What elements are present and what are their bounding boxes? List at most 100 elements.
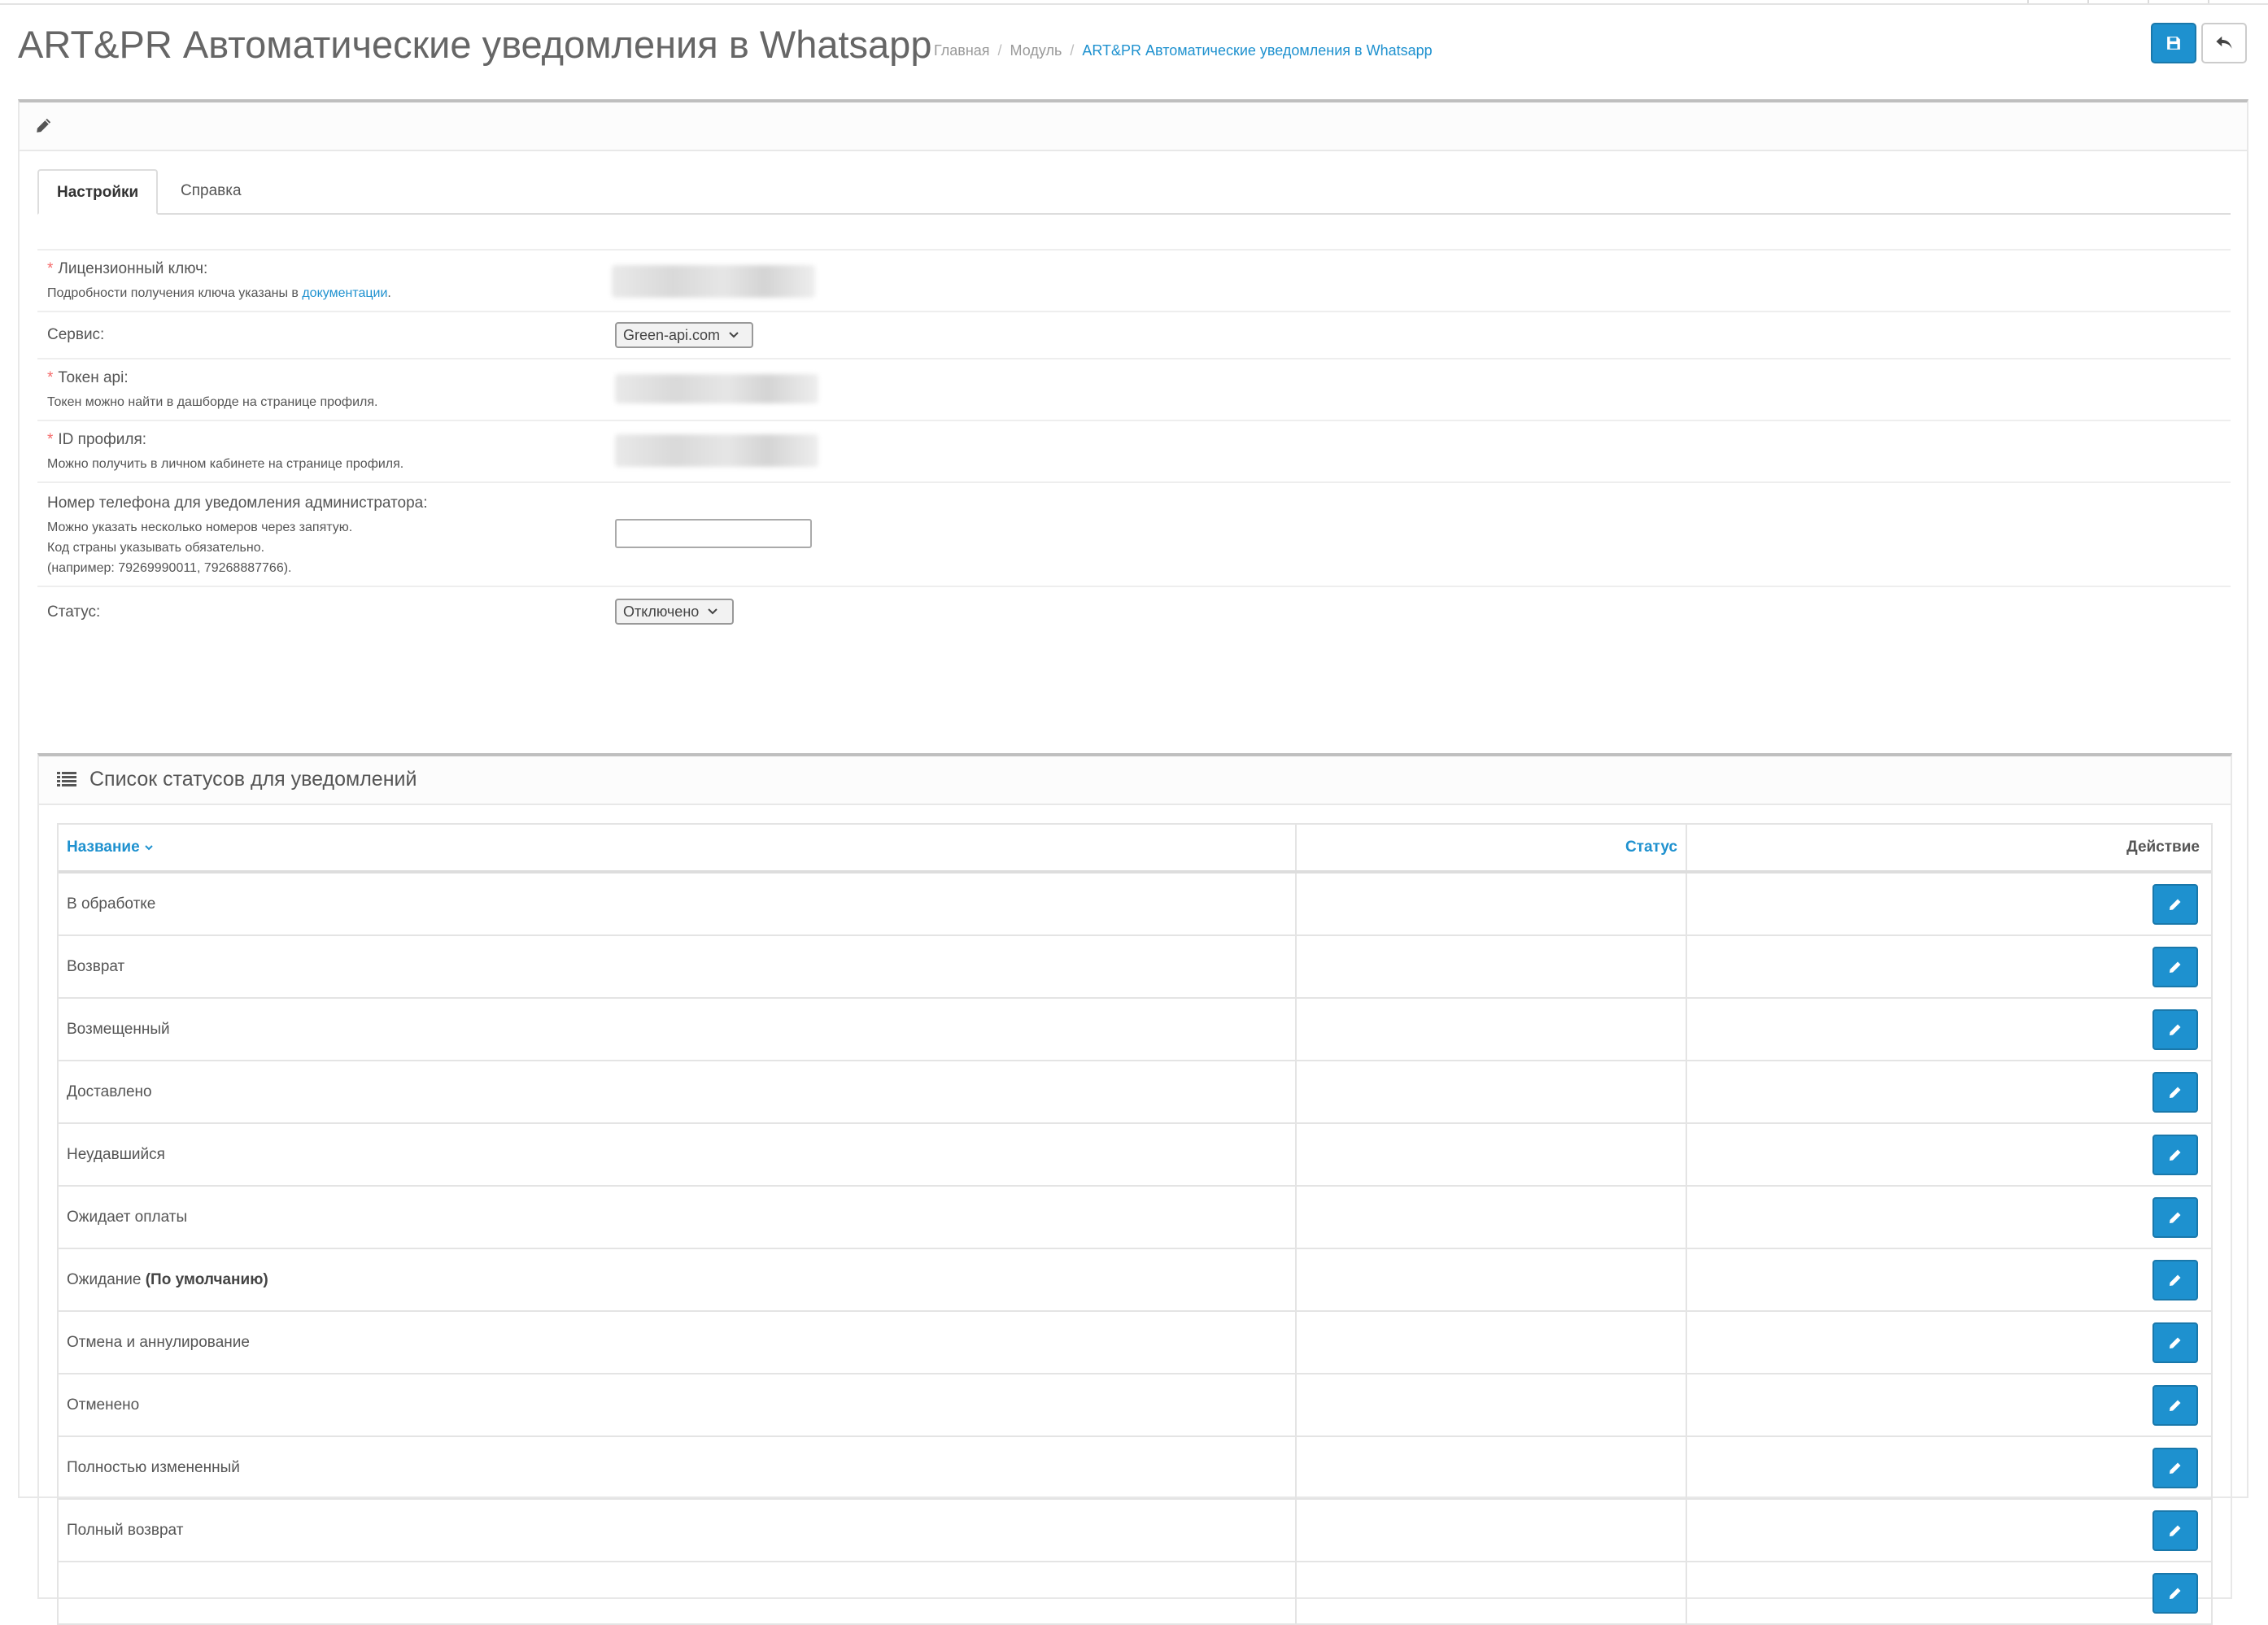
status-label: Статус: (47, 603, 101, 621)
status-cell (1295, 873, 1686, 934)
status-cell (1295, 1124, 1686, 1185)
list-icon (57, 772, 76, 786)
status-select[interactable]: Отключено (615, 599, 734, 625)
token-row: * Токен api: Токен можно найти в дашборде… (37, 358, 2231, 420)
admin-phone-row: Номер телефона для уведомления администр… (37, 481, 2231, 586)
table-row (59, 1562, 2211, 1625)
floppy-disk-icon (2167, 37, 2180, 50)
status-list-title: Список статусов для уведомлений (89, 768, 417, 791)
tab-settings[interactable]: Настройки (37, 169, 159, 215)
tab-help[interactable]: Справка (163, 169, 260, 215)
action-cell (1686, 873, 2211, 934)
table-row: Полный возврат (59, 1500, 2211, 1562)
table-row: Неудавшийся (59, 1124, 2211, 1187)
license-key-help: Подробности получения ключа указаны в до… (47, 286, 391, 300)
chevron-down-icon (729, 332, 739, 338)
breadcrumb-separator: / (1070, 42, 1075, 59)
edit-button[interactable] (2152, 947, 2198, 987)
status-list-heading: Список статусов для уведомлений (39, 756, 2231, 805)
settings-panel: Настройки Справка * Лицензионный ключ: По… (18, 99, 2248, 1625)
status-cell (1295, 1437, 1686, 1498)
breadcrumb-current[interactable]: ART&PR Автоматические уведомления в What… (1082, 42, 1432, 59)
status-cell (1295, 1562, 1686, 1623)
status-cell (1295, 1374, 1686, 1435)
sort-by-name[interactable]: Название (67, 825, 154, 870)
edit-button[interactable] (2152, 1448, 2198, 1488)
save-button[interactable] (2151, 23, 2196, 63)
admin-phone-input[interactable] (615, 519, 812, 548)
table-row: Полностью измененный (59, 1437, 2211, 1500)
table-row: Ожидание (По умолчанию) (59, 1249, 2211, 1312)
edit-button[interactable] (2152, 1072, 2198, 1113)
status-name: Возмещенный (67, 1021, 170, 1038)
license-key-label: Лицензионный ключ: (58, 260, 208, 277)
pencil-icon (2170, 1588, 2181, 1599)
sort-by-status[interactable]: Статус (1295, 825, 1686, 870)
table-header: Название Статус Действие (59, 825, 2211, 873)
status-select-value: Отключено (623, 603, 700, 620)
edit-button[interactable] (2152, 1385, 2198, 1426)
default-marker: (По умолчанию) (145, 1271, 268, 1288)
table-row: Возмещенный (59, 999, 2211, 1061)
status-table: Название Статус Действие В обработке Воз… (57, 823, 2213, 1625)
service-select-value: Green-api.com (623, 326, 721, 343)
status-list-panel: Список статусов для уведомлений Название… (37, 753, 2232, 1625)
pencil-icon (37, 118, 51, 133)
status-cell (1295, 1500, 1686, 1561)
breadcrumb-separator: / (997, 42, 1002, 59)
pencil-icon (2170, 1337, 2181, 1348)
status-name: Неудавшийся (67, 1146, 165, 1163)
profile-id-row: * ID профиля: Можно получить в личном каб… (37, 420, 2231, 481)
chevron-down-icon (145, 845, 153, 851)
service-select[interactable]: Green-api.com (615, 322, 753, 348)
status-name: В обработке (67, 895, 156, 913)
breadcrumb: Главная / Модуль / ART&PR Автоматические… (934, 42, 1433, 59)
admin-phone-label: Номер телефона для уведомления администр… (47, 494, 428, 512)
edit-button[interactable] (2152, 1009, 2198, 1050)
action-cell (1686, 1187, 2211, 1248)
edit-button[interactable] (2152, 1573, 2198, 1614)
top-nav-border (0, 0, 2268, 5)
status-cell (1295, 1249, 1686, 1310)
panel-heading (20, 102, 2247, 151)
table-row: Отмена и аннулирование (59, 1312, 2211, 1374)
edit-button[interactable] (2152, 1510, 2198, 1551)
documentation-link[interactable]: документации (302, 286, 387, 300)
pencil-icon (2170, 899, 2181, 910)
back-button[interactable] (2201, 23, 2247, 63)
action-cell (1686, 1374, 2211, 1435)
page-header: ART&PR Автоматические уведомления в What… (18, 21, 2250, 78)
action-cell (1686, 1312, 2211, 1373)
token-input[interactable] (615, 374, 818, 403)
edit-button[interactable] (2152, 884, 2198, 925)
status-cell (1295, 936, 1686, 997)
token-label: Токен api: (58, 369, 129, 386)
edit-button[interactable] (2152, 1197, 2198, 1238)
top-nav-stub (2027, 0, 2268, 3)
edit-button[interactable] (2152, 1135, 2198, 1175)
edit-button[interactable] (2152, 1322, 2198, 1363)
breadcrumb-home[interactable]: Главная (934, 42, 990, 59)
action-cell (1686, 1437, 2211, 1498)
action-cell (1686, 936, 2211, 997)
license-key-input[interactable] (612, 265, 815, 298)
status-row: Статус: Отключено (37, 586, 2231, 654)
table-row: Доставлено (59, 1061, 2211, 1124)
pencil-icon (2170, 961, 2181, 973)
profile-id-input[interactable] (615, 434, 818, 467)
pencil-icon (2170, 1024, 2181, 1035)
status-name: Возврат (67, 958, 125, 975)
profile-id-help: Можно получить в личном кабинете на стра… (47, 457, 404, 471)
action-cell (1686, 1562, 2211, 1623)
table-body: В обработке Возврат Возмещенный Доставле… (59, 873, 2211, 1625)
table-row: Ожидает оплаты (59, 1187, 2211, 1249)
edit-button[interactable] (2152, 1260, 2198, 1300)
pencil-icon (2170, 1462, 2181, 1474)
status-cell (1295, 1061, 1686, 1122)
status-name: Отмена и аннулирование (67, 1334, 250, 1351)
status-name: Ожидание (По умолчанию) (67, 1271, 268, 1288)
status-cell (1295, 1312, 1686, 1373)
action-cell (1686, 1061, 2211, 1122)
breadcrumb-module[interactable]: Модуль (1010, 42, 1062, 59)
status-cell (1295, 1187, 1686, 1248)
